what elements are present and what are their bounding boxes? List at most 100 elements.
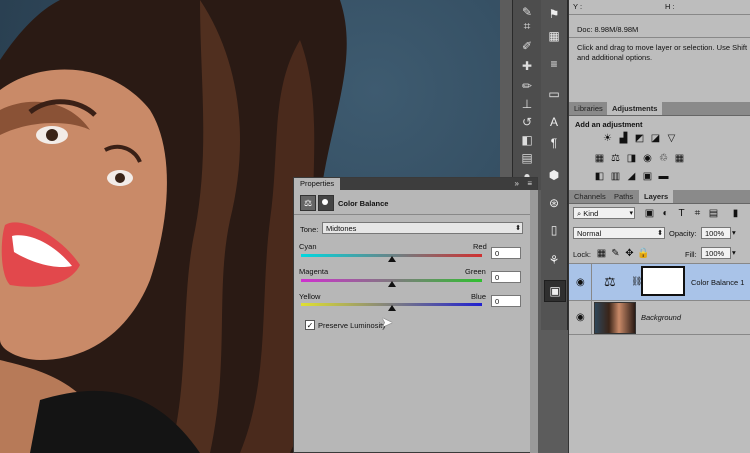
filter-toggle-icon[interactable]: ▮ (729, 207, 742, 220)
screen-icon[interactable]: ▭ (544, 84, 564, 104)
color-balance-icon[interactable]: ⚖ (609, 152, 622, 165)
layer-mask-thumbnail[interactable] (641, 266, 685, 296)
dress-icon[interactable]: ⚘ (544, 250, 564, 270)
paragraph-icon[interactable]: ¶ (544, 133, 564, 153)
lock-label: Lock: (573, 250, 591, 259)
tab-adjustments[interactable]: Adjustments (607, 102, 663, 115)
cyan-red-value[interactable]: 0 (491, 247, 521, 259)
panel-dock: ⚑ ▦ ≡ ▭ A ¶ ⬢ ⊛ ▯ ⚘ ▣ (541, 0, 568, 330)
mask-icon[interactable] (318, 195, 334, 211)
magenta-green-value[interactable]: 0 (491, 271, 521, 283)
preserve-luminosity-label: Preserve Luminosity (318, 321, 386, 330)
eyedropper-icon[interactable]: ✐ (517, 36, 537, 56)
threshold-icon[interactable]: ◢ (625, 170, 638, 183)
tab-channels[interactable]: Channels (569, 190, 611, 203)
tab-libraries[interactable]: Libraries (569, 102, 608, 115)
cyan-red-thumb[interactable] (387, 256, 396, 262)
properties-title: Color Balance (338, 199, 389, 208)
tone-label: Tone: (300, 225, 319, 234)
chevron-down-icon[interactable]: ▾ (732, 228, 736, 237)
lock-pixels-icon[interactable]: ▦ (595, 247, 608, 260)
posterize-icon[interactable]: ▥ (609, 170, 622, 183)
color-balance-icon[interactable]: ⚖ (300, 195, 316, 211)
curves-icon[interactable]: ◩ (633, 132, 646, 145)
cyan-label: Cyan (299, 242, 317, 251)
layer-row-color-balance[interactable]: ◉ ⚖ ⛓ Color Balance 1 (569, 263, 750, 301)
filter-pixel-icon[interactable]: ▣ (643, 207, 656, 220)
properties-scrollbar[interactable] (530, 190, 538, 453)
stamp-icon[interactable]: ⊥ (517, 94, 537, 114)
yellow-label: Yellow (299, 292, 321, 301)
brightness-icon[interactable]: ☀ (601, 132, 614, 145)
filter-shape-icon[interactable]: ⌗ (691, 207, 704, 220)
properties-icon[interactable]: ▣ (544, 280, 566, 302)
clone-icon[interactable]: ⊛ (544, 193, 564, 213)
levels-icon[interactable]: ▟ (617, 132, 630, 145)
tab-paths[interactable]: Paths (609, 190, 638, 203)
hue-icon[interactable]: ▦ (593, 152, 606, 165)
layers-tabs: Channels Paths Layers (569, 190, 750, 204)
filter-kind-select[interactable]: ⌕ Kind ▾ (573, 207, 635, 219)
mobile-icon[interactable]: ▯ (544, 220, 564, 240)
filter-type-icon[interactable]: T (675, 207, 688, 220)
tab-properties[interactable]: Properties (294, 178, 341, 190)
lock-paint-icon[interactable]: ✎ (609, 247, 622, 260)
layer-name[interactable]: Color Balance 1 (691, 278, 744, 287)
divider (294, 214, 537, 215)
divider (591, 264, 592, 300)
lock-move-icon[interactable]: ✥ (623, 247, 636, 260)
divider (569, 37, 750, 38)
mixer-icon[interactable]: ♲ (657, 152, 670, 165)
cursor-icon: ➤ (381, 314, 393, 330)
cube-icon[interactable]: ⬢ (544, 165, 564, 185)
sliders-icon[interactable]: ≡ (544, 54, 564, 74)
crop-icon[interactable]: ⌗ (517, 16, 537, 36)
healing-brush-icon[interactable]: ✚ (517, 56, 537, 76)
bw-icon[interactable]: ◨ (625, 152, 638, 165)
adjustments-panel: Libraries Adjustments Add an adjustment … (568, 102, 750, 190)
preserve-luminosity-checkbox[interactable]: ✓ (305, 320, 315, 330)
brush-tool-icon[interactable]: ✏ (517, 76, 537, 96)
fill-input[interactable]: 100% (701, 247, 731, 259)
layer-name[interactable]: Background (641, 313, 681, 322)
selective-color-icon[interactable]: ▣ (641, 170, 654, 183)
red-label: Red (473, 242, 487, 251)
blend-mode-select[interactable]: Normal ⬍ (573, 227, 665, 239)
eraser-icon[interactable]: ◧ (517, 130, 537, 150)
vibrance-icon[interactable]: ▽ (665, 132, 678, 145)
opacity-input[interactable]: 100% (701, 227, 731, 239)
filter-smart-icon[interactable]: ▤ (707, 207, 720, 220)
type-icon[interactable]: A (544, 112, 564, 132)
collapse-icon[interactable]: » (515, 179, 519, 188)
tools-brush-icon[interactable]: ⚑ (544, 4, 564, 24)
photo-filter-icon[interactable]: ◉ (641, 152, 654, 165)
filter-adjust-icon[interactable]: ◐ (659, 207, 672, 220)
yellow-blue-value[interactable]: 0 (491, 295, 521, 307)
tab-layers[interactable]: Layers (639, 190, 674, 203)
filter-kind-value: Kind (583, 209, 599, 218)
layer-row-background[interactable]: ◉ Background (569, 300, 750, 335)
panel-menu-icon[interactable]: ≡ (527, 179, 532, 188)
green-label: Green (465, 267, 486, 276)
lookup-icon[interactable]: ▦ (673, 152, 686, 165)
exposure-icon[interactable]: ◪ (649, 132, 662, 145)
gradient-map-icon[interactable]: ▬ (657, 170, 670, 183)
grid-icon[interactable]: ▦ (544, 26, 564, 46)
chevron-down-icon[interactable]: ▾ (732, 248, 736, 257)
coord-y: Y : (573, 2, 583, 11)
magenta-green-thumb[interactable] (387, 281, 396, 287)
yellow-blue-thumb[interactable] (387, 305, 396, 311)
adjustments-title: Add an adjustment (575, 120, 643, 129)
divider (591, 300, 592, 334)
invert-icon[interactable]: ◧ (593, 170, 606, 183)
gradient-icon[interactable]: ▤ (517, 148, 537, 168)
properties-panel: Properties » ≡ ⚖ Color Balance Tone: Mid… (293, 177, 538, 453)
tone-select[interactable]: Midtones ⬍ (322, 222, 523, 234)
eye-icon[interactable]: ◉ (576, 277, 585, 288)
blue-label: Blue (471, 292, 487, 301)
background-thumbnail[interactable] (594, 302, 636, 334)
eye-icon[interactable]: ◉ (576, 312, 585, 323)
properties-header: Properties » ≡ (294, 178, 537, 190)
lock-all-icon[interactable]: 🔒 (637, 247, 650, 260)
history-brush-icon[interactable]: ↺ (517, 112, 537, 132)
